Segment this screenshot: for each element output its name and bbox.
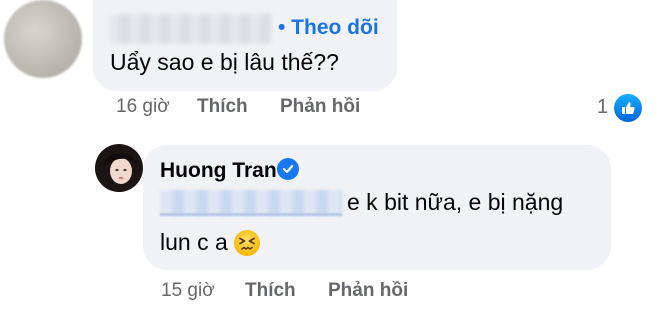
comment-text: Uẩy sao e bị lâu thế?? [110,49,339,75]
comment-thread: • Theo dõi Uẩy sao e bị lâu thế?? 16 giờ… [0,0,660,317]
reply-button[interactable]: Phản hồi [280,96,360,118]
reply-text-line1: e k bit nữa, e bị nặng [347,189,564,215]
reply-author-name[interactable]: Huong Tran [160,159,277,183]
reply-like-button[interactable]: Thích [245,280,296,302]
reply-text-line2: lun c a [160,229,228,255]
follow-link[interactable]: • Theo dõi [278,16,379,40]
like-icon[interactable] [613,93,643,123]
verified-badge-icon [277,158,299,180]
reply-author-avatar[interactable] [95,144,143,192]
persevering-face-emoji [233,229,261,257]
like-button[interactable]: Thích [197,96,248,118]
reply-reply-button[interactable]: Phản hồi [328,280,408,302]
reply-timestamp[interactable]: 15 giờ [161,280,215,302]
comment-timestamp[interactable]: 16 giờ [116,96,170,118]
commenter-avatar[interactable] [4,0,82,78]
mention-underline [160,213,342,216]
commenter-name-redacted[interactable] [110,14,272,44]
reaction-count[interactable]: 1 [597,96,608,119]
